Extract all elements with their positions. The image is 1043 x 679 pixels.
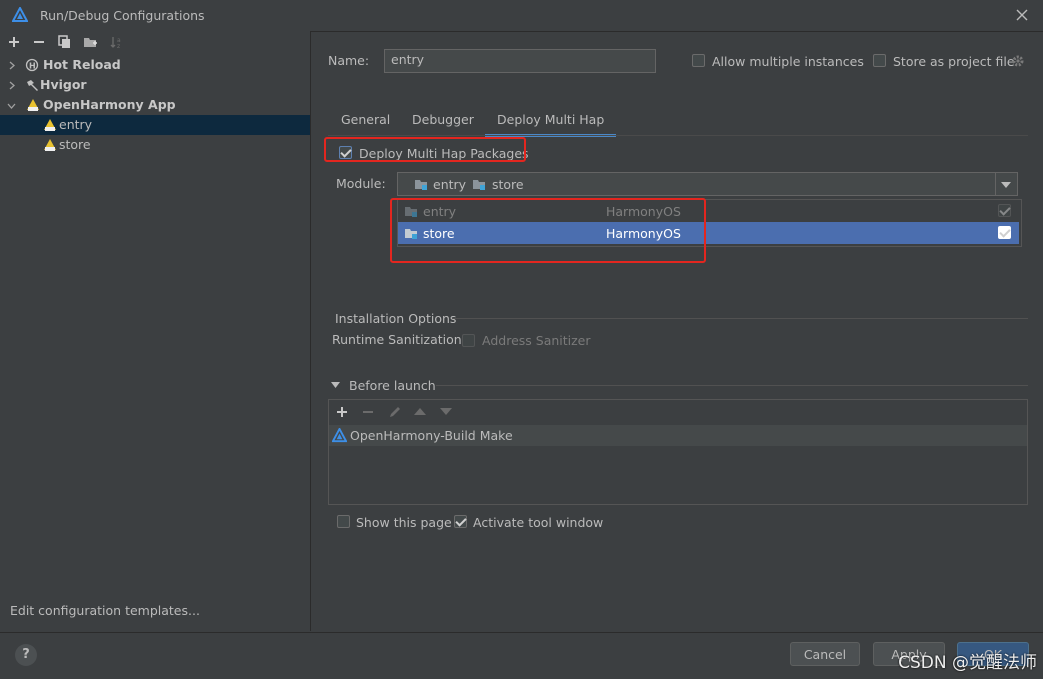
combobox-divider xyxy=(995,173,996,195)
before-launch-divider xyxy=(436,385,1028,386)
dialog-footer: ? Cancel Apply OK xyxy=(0,632,1043,679)
name-label: Name: xyxy=(328,53,370,68)
svg-text:H: H xyxy=(29,62,36,71)
store-as-project-checkbox[interactable] xyxy=(873,54,886,67)
task-label: OpenHarmony-Build Make xyxy=(350,428,513,443)
allow-multiple-checkbox[interactable] xyxy=(692,54,705,67)
show-page-checkbox[interactable] xyxy=(337,515,350,528)
add-icon[interactable] xyxy=(6,34,22,50)
openharmony-config-icon xyxy=(43,118,57,132)
new-folder-icon[interactable] xyxy=(82,34,98,50)
edit-templates-link[interactable]: Edit configuration templates... xyxy=(10,603,200,618)
harmony-logo-icon xyxy=(12,7,28,23)
before-launch-toolbar xyxy=(329,400,1027,424)
module-combobox[interactable]: entry store xyxy=(397,172,1018,196)
tree-item-hot-reload[interactable]: H Hot Reload xyxy=(0,55,310,75)
folder-module-icon xyxy=(414,177,428,191)
module-os: HarmonyOS xyxy=(606,226,681,241)
deploy-multi-hap-checkbox[interactable] xyxy=(339,146,352,159)
module-checkbox-store[interactable] xyxy=(998,226,1011,239)
tab-debugger[interactable]: Debugger xyxy=(412,112,474,134)
help-icon[interactable]: ? xyxy=(15,644,37,666)
module-selected-entry: entry xyxy=(433,177,467,192)
watermark: CSDN @觉醒法师 xyxy=(898,653,1037,673)
svg-text:z: z xyxy=(117,43,120,50)
runtime-sanitization-label: Runtime Sanitization xyxy=(332,332,462,347)
module-list: entry HarmonyOS store HarmonyOS xyxy=(397,199,1022,247)
folder-module-icon xyxy=(404,204,418,218)
address-sanitizer-checkbox[interactable] xyxy=(462,334,475,347)
installation-options-header: Installation Options xyxy=(335,311,457,326)
module-selected-store: store xyxy=(492,177,524,192)
folder-module-icon xyxy=(404,226,418,240)
tree-item-label: entry xyxy=(59,117,93,132)
tree-item-store[interactable]: store xyxy=(0,135,310,155)
tab-general[interactable]: General xyxy=(341,112,390,134)
chevron-right-icon[interactable] xyxy=(8,61,16,70)
store-as-project-label: Store as project file xyxy=(893,54,1015,69)
module-row-entry[interactable]: entry HarmonyOS xyxy=(398,200,1019,222)
openharmony-config-icon xyxy=(43,138,57,152)
tab-deploy-multi-hap[interactable]: Deploy Multi Hap xyxy=(485,112,617,137)
hammer-icon xyxy=(25,78,39,92)
module-name: entry xyxy=(423,204,457,219)
add-icon[interactable] xyxy=(336,406,348,418)
copy-icon[interactable] xyxy=(56,34,72,50)
activate-tool-checkbox[interactable] xyxy=(454,515,467,528)
window-title: Run/Debug Configurations xyxy=(40,8,205,23)
allow-multiple-label: Allow multiple instances xyxy=(712,54,864,69)
deploy-multi-hap-label: Deploy Multi Hap Packages xyxy=(359,146,529,161)
gear-icon[interactable] xyxy=(1011,54,1025,68)
chevron-down-icon[interactable] xyxy=(331,382,340,389)
harmony-logo-icon xyxy=(332,428,347,443)
edit-icon[interactable] xyxy=(388,405,402,419)
chevron-down-icon[interactable] xyxy=(1001,182,1011,188)
tree-item-label: Hvigor xyxy=(40,77,87,92)
close-icon[interactable] xyxy=(1015,8,1029,22)
tree-item-label: store xyxy=(59,137,91,152)
tab-divider xyxy=(328,135,1028,136)
openharmony-config-icon xyxy=(26,98,40,112)
remove-icon[interactable] xyxy=(31,34,47,50)
activate-tool-label: Activate tool window xyxy=(473,515,604,530)
configuration-tree-panel: az H Hot Reload Hvigor OpenHarmony App e… xyxy=(0,31,311,631)
tree-item-hvigor[interactable]: Hvigor xyxy=(0,75,310,95)
module-row-store[interactable]: store HarmonyOS xyxy=(398,222,1019,244)
module-checkbox-entry[interactable] xyxy=(998,204,1011,217)
tree-item-openharmony-app[interactable]: OpenHarmony App xyxy=(0,95,310,115)
module-name: store xyxy=(423,226,455,241)
chevron-down-icon[interactable] xyxy=(7,102,16,110)
remove-icon[interactable] xyxy=(362,406,374,418)
move-up-icon[interactable] xyxy=(414,408,426,415)
tree-item-label: Hot Reload xyxy=(43,57,121,72)
chevron-right-icon[interactable] xyxy=(8,81,16,90)
tree-item-label: OpenHarmony App xyxy=(43,97,176,112)
address-sanitizer-label: Address Sanitizer xyxy=(482,333,591,348)
cancel-button[interactable]: Cancel xyxy=(790,642,860,666)
tree-item-entry[interactable]: entry xyxy=(0,115,310,135)
before-launch-task[interactable]: OpenHarmony-Build Make xyxy=(329,425,1027,446)
module-os: HarmonyOS xyxy=(606,204,681,219)
folder-module-icon xyxy=(472,177,486,191)
name-input[interactable]: entry xyxy=(384,49,656,73)
before-launch-header: Before launch xyxy=(349,378,436,393)
tree-toolbar: az xyxy=(0,31,310,53)
sort-icon[interactable]: az xyxy=(108,34,124,50)
hot-reload-icon: H xyxy=(25,58,39,72)
before-launch-list: OpenHarmony-Build Make xyxy=(328,399,1028,505)
show-page-label: Show this page xyxy=(356,515,452,530)
move-down-icon[interactable] xyxy=(440,408,452,415)
installation-divider xyxy=(452,318,1028,319)
title-bar: Run/Debug Configurations xyxy=(0,0,1043,32)
module-label: Module: xyxy=(336,176,386,191)
